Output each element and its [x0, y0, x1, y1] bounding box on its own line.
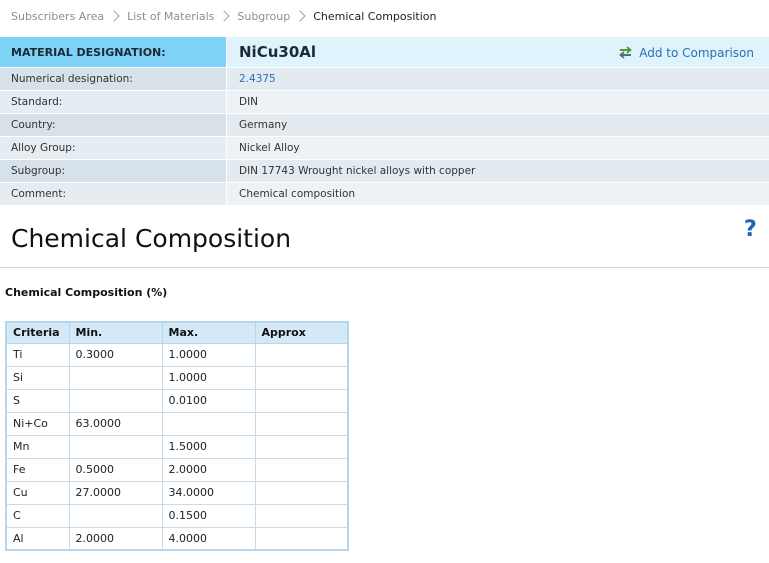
divider: [0, 267, 769, 268]
cell-criteria: Ni+Co: [5, 411, 70, 436]
cell-min: 0.5000: [68, 457, 163, 482]
cell-criteria: Si: [5, 365, 70, 390]
cell-min: [68, 388, 163, 413]
cell-criteria: Fe: [5, 457, 70, 482]
help-icon[interactable]: ?: [744, 217, 757, 242]
breadcrumb-subscribers-area[interactable]: Subscribers Area: [11, 10, 104, 23]
cell-approx: [254, 457, 349, 482]
info-label: Subgroup:: [0, 160, 227, 182]
info-value: DIN: [227, 91, 769, 113]
cell-criteria: S: [5, 388, 70, 413]
breadcrumb-current: Chemical Composition: [313, 9, 437, 23]
material-designation-row: MATERIAL DESIGNATION: NiCu30Al Add to Co…: [0, 37, 769, 68]
composition-subtitle: Chemical Composition (%): [5, 286, 168, 299]
info-value: Nickel Alloy: [227, 137, 769, 159]
table-row: Mn 1.5000: [5, 434, 349, 459]
cell-min: 0.3000: [68, 342, 163, 367]
info-row-comment: Comment: Chemical composition: [0, 183, 769, 206]
info-row-country: Country: Germany: [0, 114, 769, 137]
cell-min: [68, 503, 163, 528]
cell-max: 34.0000: [161, 480, 256, 505]
cell-min: [68, 434, 163, 459]
material-designation-label: MATERIAL DESIGNATION:: [0, 37, 227, 67]
table-row: Cu 27.0000 34.0000: [5, 480, 349, 505]
column-header-approx: Approx: [254, 321, 349, 344]
cell-max: 0.0100: [161, 388, 256, 413]
chevron-right-icon: [218, 10, 231, 22]
cell-criteria: C: [5, 503, 70, 528]
table-row: Ti 0.3000 1.0000: [5, 342, 349, 367]
column-header-criteria: Criteria: [5, 321, 70, 344]
cell-approx: [254, 526, 349, 551]
info-label: Standard:: [0, 91, 227, 113]
cell-approx: [254, 365, 349, 390]
cell-approx: [254, 342, 349, 367]
info-row-subgroup: Subgroup: DIN 17743 Wrought nickel alloy…: [0, 160, 769, 183]
info-value: Germany: [227, 114, 769, 136]
chevron-right-icon: [108, 10, 120, 22]
cell-approx: [254, 388, 349, 413]
info-value: DIN 17743 Wrought nickel alloys with cop…: [227, 160, 769, 182]
cell-max: 1.0000: [161, 342, 256, 367]
cell-criteria: Al: [5, 526, 70, 551]
table-header-row: Criteria Min. Max. Approx: [5, 321, 349, 344]
cell-max: 4.0000: [161, 526, 256, 551]
cell-max: [161, 411, 256, 436]
breadcrumb: Subscribers Area List of Materials Subgr…: [11, 8, 436, 24]
cell-min: 63.0000: [68, 411, 163, 436]
table-row: Si 1.0000: [5, 365, 349, 390]
column-header-max: Max.: [161, 321, 256, 344]
add-to-comparison-label: Add to Comparison: [639, 45, 754, 60]
table-row: C 0.1500: [5, 503, 349, 528]
numerical-designation-link[interactable]: 2.4375: [239, 73, 276, 85]
cell-criteria: Cu: [5, 480, 70, 505]
cell-criteria: Ti: [5, 342, 70, 367]
breadcrumb-subgroup[interactable]: Subgroup: [237, 10, 290, 23]
material-info-table: MATERIAL DESIGNATION: NiCu30Al Add to Co…: [0, 37, 769, 206]
composition-table: Criteria Min. Max. Approx Ti 0.3000 1.00…: [5, 321, 349, 551]
cell-max: 2.0000: [161, 457, 256, 482]
cell-max: 0.1500: [161, 503, 256, 528]
table-row: Fe 0.5000 2.0000: [5, 457, 349, 482]
cell-approx: [254, 480, 349, 505]
table-row: S 0.0100: [5, 388, 349, 413]
add-to-comparison-link[interactable]: Add to Comparison: [619, 37, 754, 68]
info-value: 2.4375: [227, 68, 769, 90]
page-title: Chemical Composition: [11, 224, 292, 253]
cell-approx: [254, 411, 349, 436]
breadcrumb-list-of-materials[interactable]: List of Materials: [127, 10, 214, 23]
info-label: Comment:: [0, 183, 227, 205]
table-row: Al 2.0000 4.0000: [5, 526, 349, 551]
cell-approx: [254, 434, 349, 459]
material-name-cell: NiCu30Al Add to Comparison: [227, 37, 769, 67]
chevron-right-icon: [294, 10, 306, 22]
swap-arrows-icon: [619, 46, 633, 59]
info-value: Chemical composition: [227, 183, 769, 205]
cell-approx: [254, 503, 349, 528]
info-row-standard: Standard: DIN: [0, 91, 769, 114]
info-label: Country:: [0, 114, 227, 136]
column-header-min: Min.: [68, 321, 163, 344]
info-label: Numerical designation:: [0, 68, 227, 90]
info-row-numerical: Numerical designation: 2.4375: [0, 68, 769, 91]
cell-min: 2.0000: [68, 526, 163, 551]
cell-max: 1.5000: [161, 434, 256, 459]
cell-min: 27.0000: [68, 480, 163, 505]
material-name: NiCu30Al: [239, 43, 317, 61]
cell-min: [68, 365, 163, 390]
cell-criteria: Mn: [5, 434, 70, 459]
cell-max: 1.0000: [161, 365, 256, 390]
info-label: Alloy Group:: [0, 137, 227, 159]
table-row: Ni+Co 63.0000: [5, 411, 349, 436]
info-row-alloy-group: Alloy Group: Nickel Alloy: [0, 137, 769, 160]
